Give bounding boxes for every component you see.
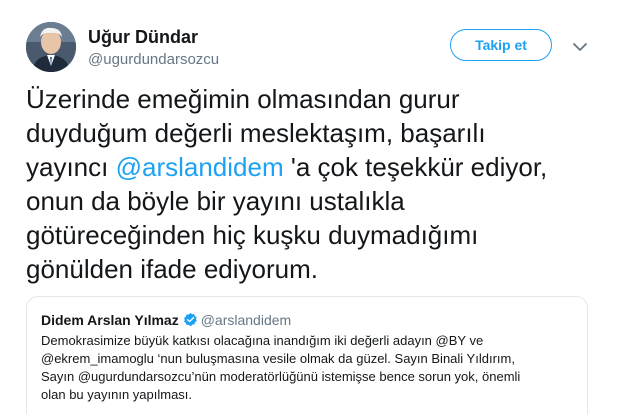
tweet-line: gönülden ifade ediyorum. bbox=[26, 254, 318, 284]
author-name[interactable]: Uğur Dündar bbox=[88, 27, 198, 48]
quoted-author-handle: @arslandidem bbox=[200, 312, 292, 328]
tweet-card: Uğur Dündar @ugurdundarsozcu Takip et Üz… bbox=[0, 0, 640, 414]
quoted-author-name: Didem Arslan Yılmaz bbox=[41, 312, 179, 328]
quoted-tweet-text: Demokrasimize büyük katkısı olacağına in… bbox=[41, 332, 581, 404]
quoted-line: @ekrem_imamoglu ‘nun buluşmasına vesile … bbox=[41, 351, 515, 366]
tweet-line: onun da böyle bir yayını ustalıkla bbox=[26, 186, 405, 216]
verified-badge-icon bbox=[183, 312, 198, 327]
mention-link[interactable]: @arslandidem bbox=[116, 152, 284, 182]
quoted-tweet[interactable]: Didem Arslan Yılmaz @arslandidem Demokras… bbox=[26, 296, 588, 414]
tweet-line-prefix: yayıncı bbox=[26, 152, 116, 182]
quoted-line: Sayın @ugurdundarsozcu’nün moderatörlüğü… bbox=[41, 369, 521, 384]
tweet-line: götüreceğinden hiç kuşku duymadığımı bbox=[26, 220, 479, 250]
quoted-line: olan bu yayının yapılması. bbox=[41, 387, 193, 402]
tweet-line-suffix: 'a çok teşekkür ediyor, bbox=[283, 152, 548, 182]
follow-button[interactable]: Takip et bbox=[450, 29, 552, 61]
quoted-tweet-header: Didem Arslan Yılmaz @arslandidem bbox=[41, 312, 291, 328]
tweet-line: Üzerinde emeğimin olmasından gurur bbox=[26, 84, 460, 114]
tweet-line: yayıncı @arslandidem 'a çok teşekkür edi… bbox=[26, 150, 626, 184]
chevron-down-icon[interactable] bbox=[572, 40, 588, 52]
tweet-text: Üzerinde emeğimin olmasından gurur duydu… bbox=[26, 82, 626, 286]
quoted-line: Demokrasimize büyük katkısı olacağına in… bbox=[41, 333, 484, 348]
author-avatar[interactable] bbox=[26, 22, 76, 72]
tweet-line: duyduğum değerli meslektaşım, başarılı bbox=[26, 118, 486, 148]
profile-photo-icon bbox=[26, 22, 76, 72]
author-handle[interactable]: @ugurdundarsozcu bbox=[88, 51, 219, 68]
